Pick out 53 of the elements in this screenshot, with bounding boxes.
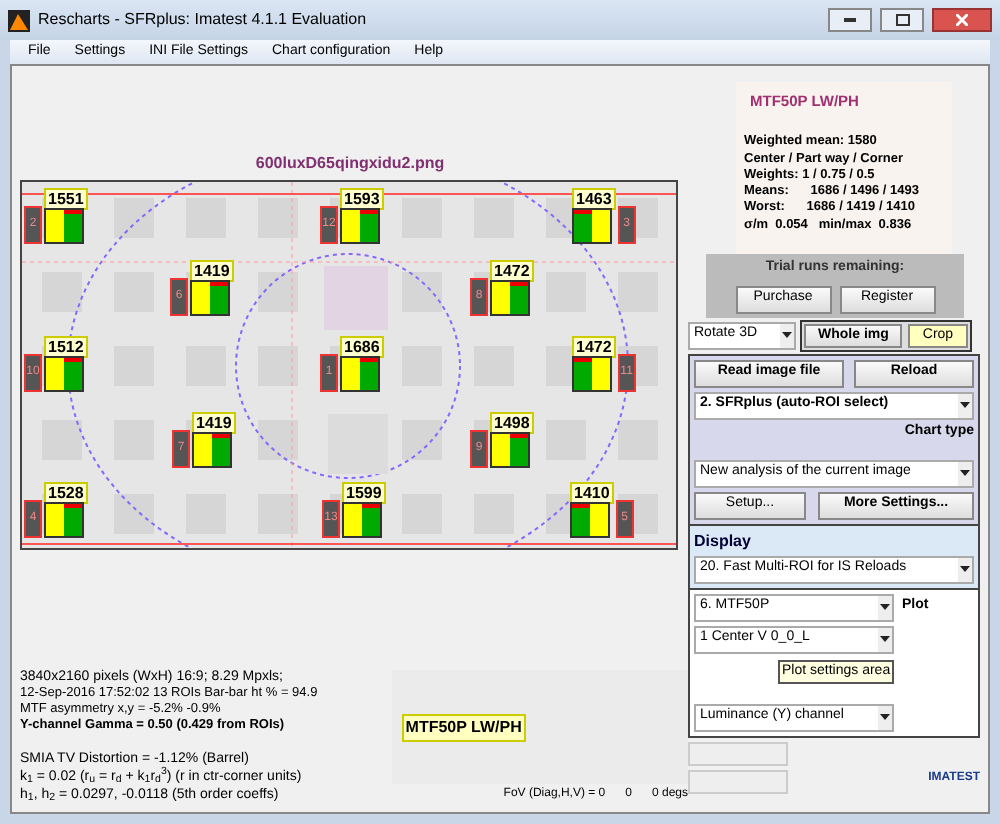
minimize-button[interactable] xyxy=(828,8,872,32)
maximize-button[interactable] xyxy=(880,8,924,32)
mtf-value: 1551 xyxy=(44,188,88,210)
mtf-bars-icon xyxy=(570,502,610,538)
mtf-bars-icon xyxy=(44,502,84,538)
mtf-value: 1463 xyxy=(572,188,616,210)
target-square xyxy=(114,494,154,534)
target-square xyxy=(618,272,658,312)
close-icon xyxy=(956,14,968,26)
target-square xyxy=(114,198,154,238)
mtf-bars-icon xyxy=(190,280,230,316)
target-square xyxy=(402,272,442,312)
mtf-bars-icon xyxy=(44,208,84,244)
mtf-value: 1599 xyxy=(342,482,386,504)
target-square xyxy=(258,346,298,386)
mtf-value: 1498 xyxy=(490,412,534,434)
image-filename: 600luxD65qingxidu2.png xyxy=(253,152,447,174)
target-square xyxy=(258,494,298,534)
plot-label: MTF50P LW/PH xyxy=(401,713,526,741)
target-square xyxy=(402,420,442,460)
target-square xyxy=(258,420,298,460)
close-button[interactable] xyxy=(932,8,992,32)
target-square xyxy=(402,198,442,238)
mtf-value: 1512 xyxy=(44,336,88,358)
target-square xyxy=(42,272,82,312)
display-title: Display xyxy=(694,529,753,554)
target-square xyxy=(618,420,658,460)
mtf-value: 1410 xyxy=(570,482,614,504)
mtf-bars-icon xyxy=(340,208,380,244)
color-patch-grid xyxy=(324,266,388,330)
target-square xyxy=(474,198,514,238)
mtf-bars-icon xyxy=(572,356,612,392)
mtf-value: 1528 xyxy=(44,482,88,504)
tone-patch-grid xyxy=(328,414,388,474)
mtf-bars-icon xyxy=(490,280,530,316)
target-square xyxy=(258,198,298,238)
mtf-bars-icon xyxy=(340,356,380,392)
minimize-icon xyxy=(844,18,856,22)
mtf-value: 1472 xyxy=(490,260,534,282)
window-title: Rescharts - SFRplus: Imatest 4.1.1 Evaluation xyxy=(38,8,369,32)
mtf-value: 1419 xyxy=(190,260,234,282)
mtf-bars-icon xyxy=(572,208,612,244)
mtf-value: 1686 xyxy=(340,336,384,358)
mtf-bars-icon xyxy=(490,432,530,468)
app-logo-icon xyxy=(8,9,30,31)
mtf-value: 1472 xyxy=(572,336,616,358)
mtf-bars-icon xyxy=(44,356,84,392)
target-square xyxy=(186,198,226,238)
mtf-bars-icon xyxy=(342,502,382,538)
target-square xyxy=(42,420,82,460)
maximize-icon xyxy=(895,14,909,26)
target-square xyxy=(258,272,298,312)
mtf-value: 1593 xyxy=(340,188,384,210)
